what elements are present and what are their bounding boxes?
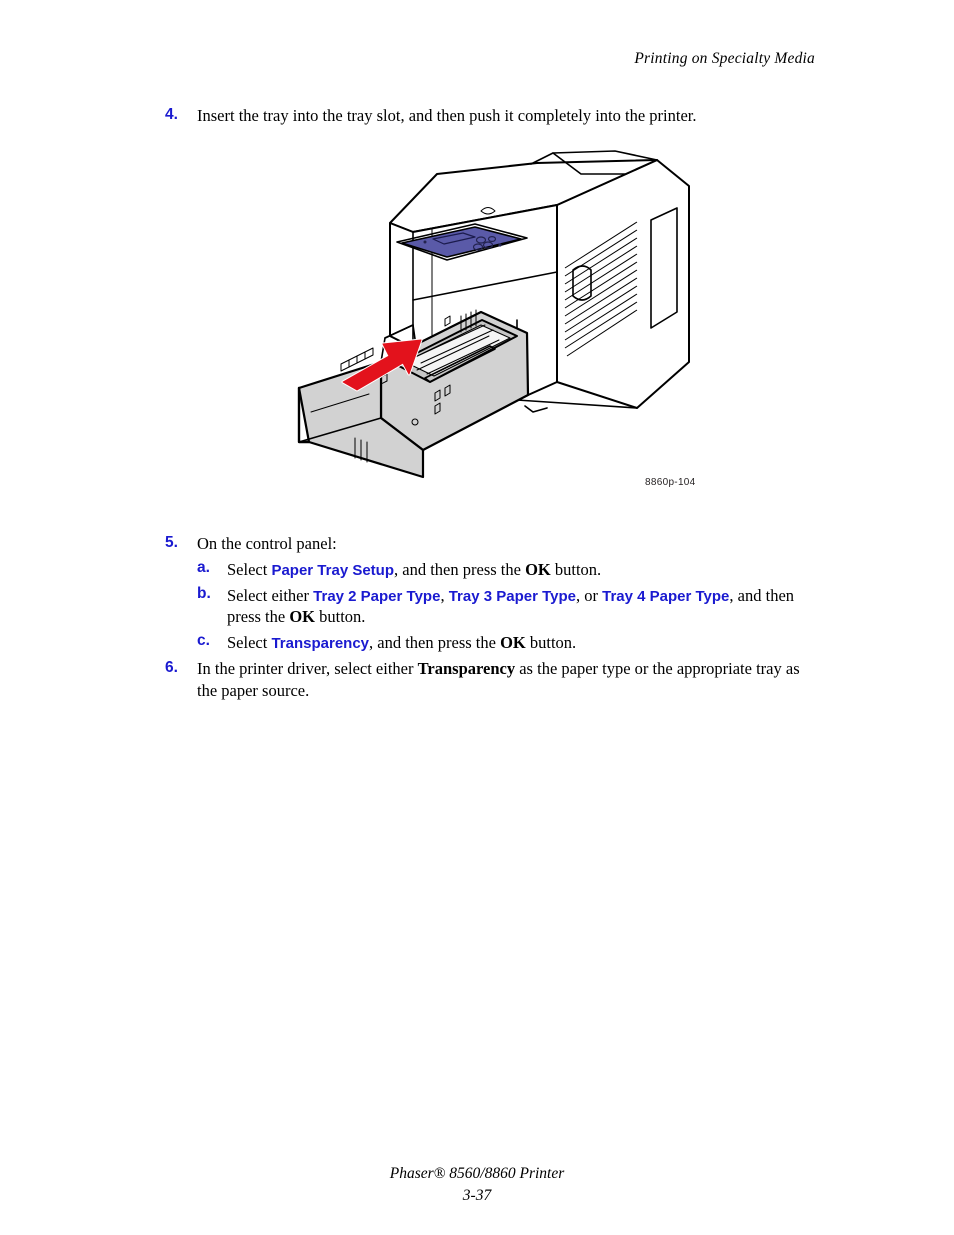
- substep-c: c. Select Transparency, and then press t…: [197, 632, 815, 654]
- step-6: 6. In the printer driver, select either …: [165, 658, 815, 702]
- instruction-content: 4. Insert the tray into the tray slot, a…: [165, 105, 815, 127]
- step-4-number: 4.: [165, 106, 178, 123]
- menu-item-tray-2-paper-type[interactable]: Tray 2 Paper Type: [313, 588, 440, 605]
- substep-a-tail: button.: [550, 559, 602, 579]
- substep-b-sep-2: , or: [575, 585, 603, 605]
- step-5-text: On the control panel:: [197, 534, 337, 553]
- step-4-text: Insert the tray into the tray slot, and …: [197, 106, 697, 125]
- substep-c-tail: button.: [525, 633, 577, 653]
- figure-printer-tray-insert: .ln { fill:none; stroke:#000; stroke-wid…: [0, 150, 954, 510]
- substep-b-sep-1: ,: [440, 585, 449, 605]
- step-5-substeps: a. Select Paper Tray Setup, and then pre…: [197, 559, 815, 654]
- instruction-content-lower: 5. On the control panel: a. Select Paper…: [165, 533, 815, 701]
- step-4: 4. Insert the tray into the tray slot, a…: [165, 105, 815, 127]
- ok-button-label-a[interactable]: OK: [525, 560, 551, 579]
- substep-c-letter: c.: [197, 632, 210, 650]
- menu-item-transparency[interactable]: Transparency: [271, 635, 369, 652]
- printer-illustration: .ln { fill:none; stroke:#000; stroke-wid…: [297, 150, 690, 479]
- menu-item-tray-4-paper-type[interactable]: Tray 4 Paper Type: [602, 588, 729, 605]
- footer-page-number: 3-37: [462, 1187, 492, 1205]
- substep-c-text: Select Transparency, and then press the …: [227, 632, 815, 654]
- driver-option-transparency: Transparency: [417, 658, 516, 678]
- step-6-text-before: In the printer driver, select either: [197, 658, 418, 678]
- substep-a-letter: a.: [197, 558, 210, 576]
- page-footer: Phaser® 8560/8860 Printer 3-37: [0, 1163, 954, 1208]
- substep-b: b. Select either Tray 2 Paper Type, Tray…: [197, 585, 815, 629]
- substep-a-mid: , and then press the: [394, 559, 526, 579]
- substep-b-tail: button.: [315, 607, 366, 627]
- substep-b-text: Select either Tray 2 Paper Type, Tray 3 …: [227, 585, 815, 629]
- step-5-number: 5.: [165, 534, 178, 551]
- ok-button-label-c[interactable]: OK: [500, 633, 526, 652]
- substep-a: a. Select Paper Tray Setup, and then pre…: [197, 559, 815, 581]
- substep-a-lead: Select: [227, 559, 272, 579]
- step-5: 5. On the control panel:: [165, 533, 815, 555]
- figure-id-label: 8860p-104: [645, 477, 696, 488]
- menu-item-tray-3-paper-type[interactable]: Tray 3 Paper Type: [449, 588, 576, 605]
- substep-c-lead: Select: [227, 633, 272, 653]
- step-6-number: 6.: [165, 658, 178, 676]
- substep-b-lead: Select either: [227, 585, 314, 605]
- substep-c-mid: , and then press the: [369, 633, 501, 653]
- step-6-text: In the printer driver, select either Tra…: [197, 658, 815, 702]
- ok-button-label-b[interactable]: OK: [289, 607, 315, 626]
- footer-product-name: Phaser® 8560/8860 Printer: [389, 1165, 565, 1182]
- substep-b-letter: b.: [197, 584, 211, 602]
- running-header: Printing on Specialty Media: [634, 50, 815, 67]
- substep-a-text: Select Paper Tray Setup, and then press …: [227, 559, 815, 581]
- menu-item-paper-tray-setup[interactable]: Paper Tray Setup: [271, 562, 394, 579]
